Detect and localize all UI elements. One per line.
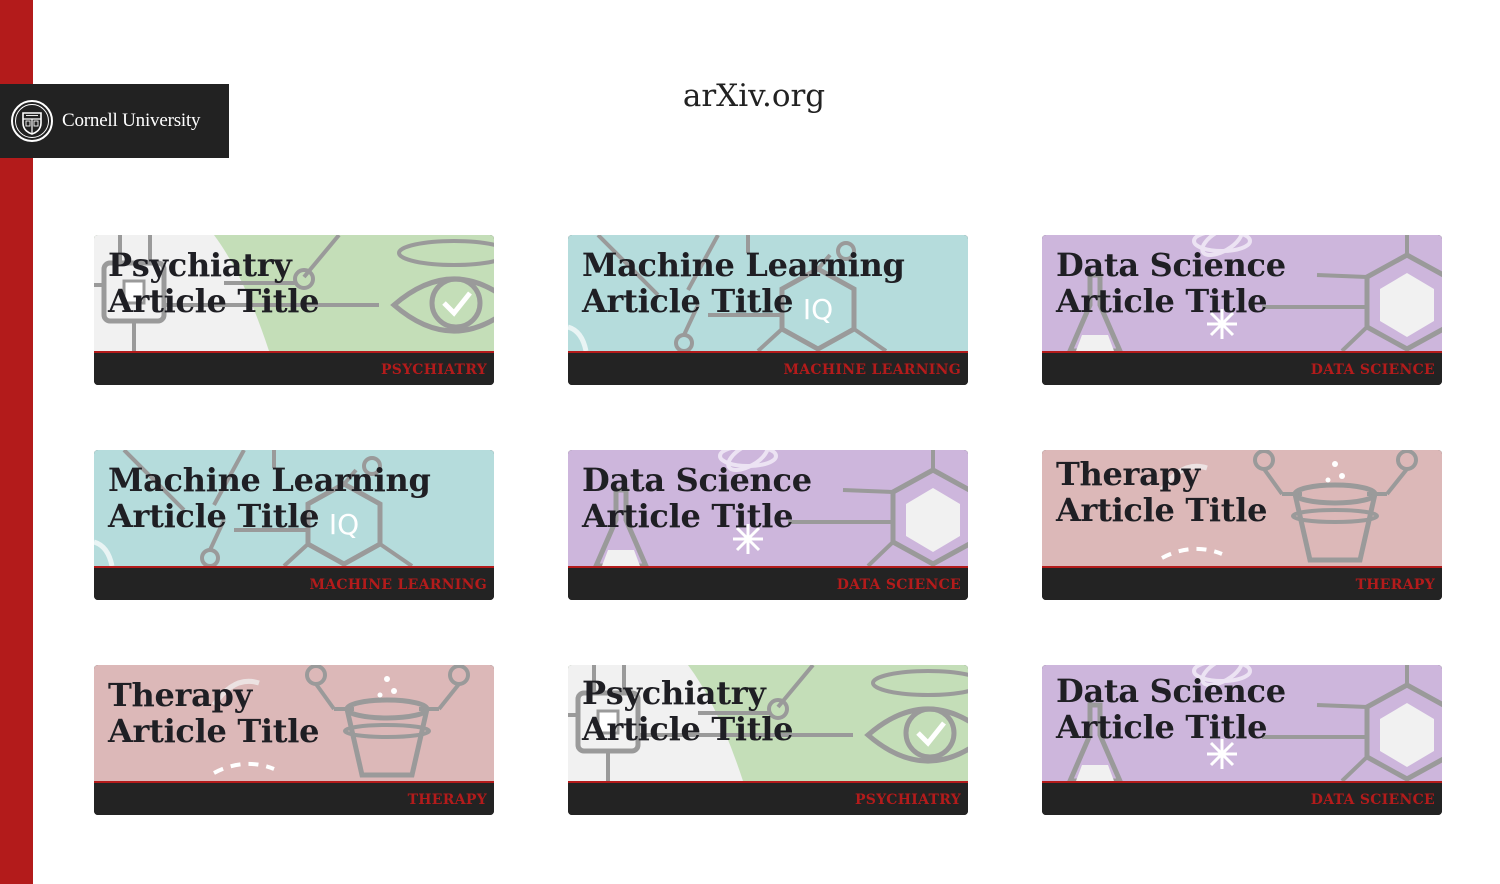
card-title: Psychiatry Article Title	[108, 247, 319, 319]
article-card[interactable]: Data Science Article Title DATA SCIENCE	[1042, 665, 1442, 815]
card-footer: MACHINE LEARNING	[568, 351, 968, 385]
card-artwork: Data Science Article Title	[568, 450, 968, 566]
card-title-subtitle: Article Title	[1056, 708, 1268, 746]
card-title-subtitle: Article Title	[1056, 491, 1268, 529]
card-title-subtitle: Article Title	[108, 712, 320, 750]
card-artwork: Psychiatry Article Title	[568, 665, 968, 781]
card-category-tag: MACHINE LEARNING	[783, 362, 961, 378]
card-title: Data Science Article Title	[582, 462, 812, 534]
card-artwork: Data Science Article Title	[1042, 665, 1442, 781]
card-title-topic: Data Science	[1056, 246, 1286, 284]
card-footer: MACHINE LEARNING	[94, 566, 494, 600]
card-category-tag: MACHINE LEARNING	[309, 577, 487, 593]
card-title: Machine Learning Article Title	[582, 247, 905, 319]
card-title-topic: Psychiatry	[582, 674, 766, 712]
card-title-topic: Data Science	[582, 461, 812, 499]
card-title-topic: Data Science	[1056, 672, 1286, 710]
article-card[interactable]: IQ Machine Learning Article Title MACHIN…	[94, 450, 494, 600]
card-artwork: Psychiatry Article Title	[94, 235, 494, 351]
card-category-tag: PSYCHIATRY	[854, 792, 961, 808]
card-category-tag: DATA SCIENCE	[1310, 792, 1435, 808]
card-title-subtitle: Article Title	[582, 497, 794, 535]
card-title: Data Science Article Title	[1056, 247, 1286, 319]
card-artwork: Therapy Article Title	[94, 665, 494, 781]
card-title-topic: Machine Learning	[108, 461, 431, 499]
card-artwork: IQ Machine Learning Article Title	[94, 450, 494, 566]
card-title-topic: Therapy	[108, 676, 252, 714]
card-footer: PSYCHIATRY	[568, 781, 968, 815]
article-card[interactable]: Therapy Article Title THERAPY	[1042, 450, 1442, 600]
article-card[interactable]: Therapy Article Title THERAPY	[94, 665, 494, 815]
card-category-tag: THERAPY	[407, 792, 487, 808]
card-title: Therapy Article Title	[108, 677, 319, 749]
card-title-topic: Therapy	[1056, 455, 1200, 493]
site-title[interactable]: arXiv.org	[0, 78, 1500, 114]
card-footer: DATA SCIENCE	[568, 566, 968, 600]
card-title: Data Science Article Title	[1056, 673, 1286, 745]
card-title-topic: Machine Learning	[582, 246, 905, 284]
card-title-subtitle: Article Title	[108, 282, 320, 320]
card-category-tag: DATA SCIENCE	[836, 577, 961, 593]
card-category-tag: DATA SCIENCE	[1310, 362, 1435, 378]
card-title: Therapy Article Title	[1056, 456, 1267, 528]
card-title-subtitle: Article Title	[108, 497, 320, 535]
article-card[interactable]: IQ Machine Learning Article Title MACHIN…	[568, 235, 968, 385]
card-title: Psychiatry Article Title	[582, 675, 793, 747]
card-artwork: IQ Machine Learning Article Title	[568, 235, 968, 351]
card-title-topic: Psychiatry	[108, 246, 292, 284]
card-footer: THERAPY	[1042, 566, 1442, 600]
article-card[interactable]: Psychiatry Article Title PSYCHIATRY	[568, 665, 968, 815]
card-title-subtitle: Article Title	[582, 710, 794, 748]
card-category-tag: THERAPY	[1355, 577, 1435, 593]
card-title-subtitle: Article Title	[582, 282, 794, 320]
article-card[interactable]: Psychiatry Article Title PSYCHIATRY	[94, 235, 494, 385]
card-footer: THERAPY	[94, 781, 494, 815]
card-footer: DATA SCIENCE	[1042, 351, 1442, 385]
card-title-subtitle: Article Title	[1056, 282, 1268, 320]
article-card[interactable]: Data Science Article Title DATA SCIENCE	[1042, 235, 1442, 385]
card-footer: PSYCHIATRY	[94, 351, 494, 385]
card-artwork: Therapy Article Title	[1042, 450, 1442, 566]
article-card[interactable]: Data Science Article Title DATA SCIENCE	[568, 450, 968, 600]
card-footer: DATA SCIENCE	[1042, 781, 1442, 815]
card-category-tag: PSYCHIATRY	[380, 362, 487, 378]
card-artwork: Data Science Article Title	[1042, 235, 1442, 351]
card-title: Machine Learning Article Title	[108, 462, 431, 534]
